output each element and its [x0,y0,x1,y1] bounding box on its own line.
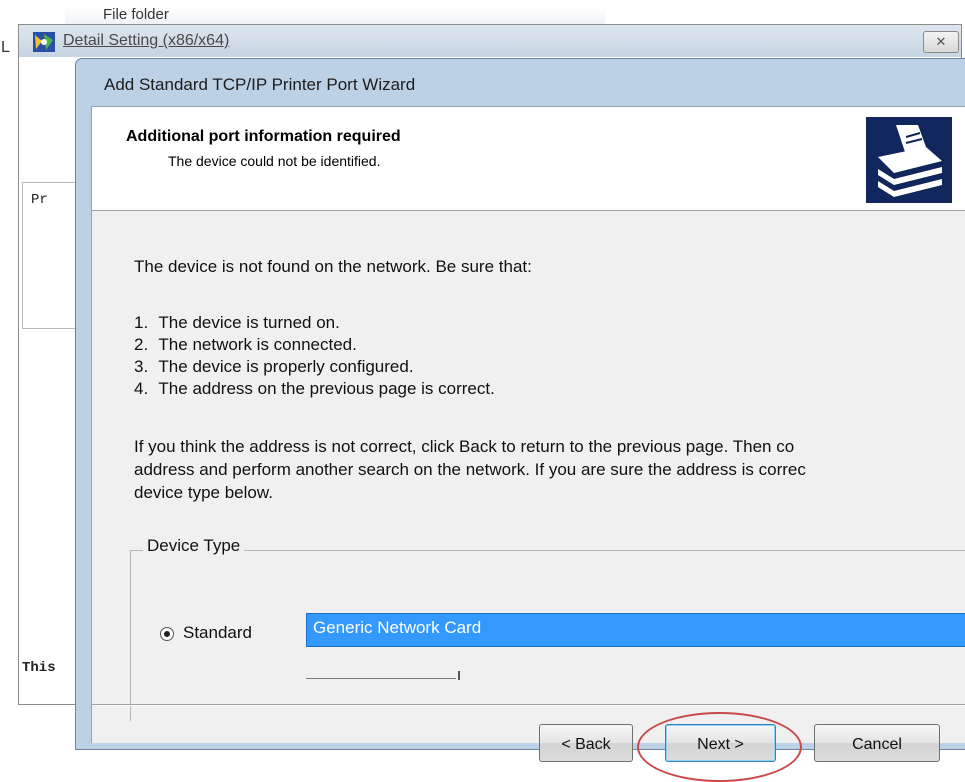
standard-radio-label[interactable]: Standard [183,623,252,643]
listbox-bottom-edge [306,678,456,679]
checklist-item: 1. The device is turned on. [134,313,340,332]
paragraph-line: address and perform another search on th… [134,460,806,479]
close-icon: ✕ [935,34,947,49]
not-found-intro-text: The device is not found on the network. … [134,257,532,276]
device-type-select[interactable]: Generic Network Card [306,613,965,647]
instruction-paragraph: If you think the address is not correct,… [134,435,806,504]
back-button[interactable]: < Back [539,724,633,762]
background-window-title: Detail Setting (x86/x64) [63,32,230,49]
selected-device-type[interactable]: Generic Network Card [313,618,481,638]
background-groupbox-label: Pr [29,192,50,208]
close-button[interactable]: ✕ [923,31,959,53]
listbox-scroll-tick [458,671,460,680]
checklist-item: 3. The device is properly configured. [134,357,414,376]
background-footer-text: This [22,660,56,676]
next-button[interactable]: Next > [665,724,776,762]
footer-separator [92,704,965,706]
wizard-client-area: Additional port information required The… [91,106,965,782]
cancel-button[interactable]: Cancel [814,724,940,762]
standard-radio-button[interactable] [160,627,174,641]
background-edge-char: L [1,39,10,56]
paragraph-line: If you think the address is not correct,… [134,437,795,456]
header-title: Additional port information required [126,128,401,145]
device-type-label: Device Type [143,536,245,556]
tcpip-port-wizard-window: Add Standard TCP/IP Printer Port Wizard … [75,58,965,782]
wizard-title: Add Standard TCP/IP Printer Port Wizard [104,75,416,94]
checklist-item: 2. The network is connected. [134,335,357,354]
file-folder-text: File folder [103,6,169,23]
app-icon [33,32,55,52]
paragraph-line: device type below. [134,483,273,502]
background-title-bar: L Detail Setting (x86/x64) ✕ [1,24,961,57]
wizard-header: Additional port information required The… [92,107,965,211]
header-subtitle: The device could not be identified. [168,153,381,169]
checklist: 1. The device is turned on. 2. The netwo… [134,312,495,400]
checklist-item: 4. The address on the previous page is c… [134,379,495,398]
printer-port-wizard-icon [866,117,952,203]
